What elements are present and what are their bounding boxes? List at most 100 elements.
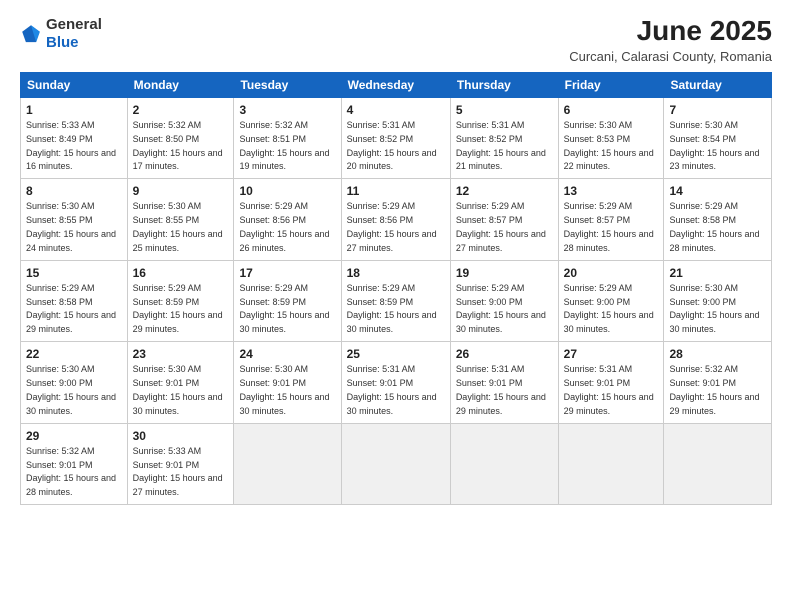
- day-content: Sunrise: 5:29 AMSunset: 8:56 PMDaylight:…: [347, 201, 437, 252]
- calendar-table: Sunday Monday Tuesday Wednesday Thursday…: [20, 72, 772, 505]
- col-saturday: Saturday: [664, 72, 772, 97]
- day-number: 15: [26, 265, 122, 281]
- day-content: Sunrise: 5:30 AMSunset: 8:55 PMDaylight:…: [133, 201, 223, 252]
- empty-cell: [664, 423, 772, 504]
- day-cell-11: 11 Sunrise: 5:29 AMSunset: 8:56 PMDaylig…: [341, 179, 450, 260]
- day-content: Sunrise: 5:30 AMSunset: 8:54 PMDaylight:…: [669, 120, 759, 171]
- day-cell-18: 18 Sunrise: 5:29 AMSunset: 8:59 PMDaylig…: [341, 260, 450, 341]
- logo-general: General Blue: [46, 16, 102, 52]
- day-content: Sunrise: 5:29 AMSunset: 8:57 PMDaylight:…: [564, 201, 654, 252]
- main-title: June 2025: [569, 16, 772, 47]
- day-content: Sunrise: 5:31 AMSunset: 9:01 PMDaylight:…: [347, 364, 437, 415]
- day-content: Sunrise: 5:33 AMSunset: 8:49 PMDaylight:…: [26, 120, 116, 171]
- col-tuesday: Tuesday: [234, 72, 341, 97]
- col-friday: Friday: [558, 72, 664, 97]
- day-number: 21: [669, 265, 766, 281]
- day-content: Sunrise: 5:29 AMSunset: 8:59 PMDaylight:…: [133, 283, 223, 334]
- day-content: Sunrise: 5:29 AMSunset: 8:58 PMDaylight:…: [26, 283, 116, 334]
- day-number: 23: [133, 346, 229, 362]
- day-cell-19: 19 Sunrise: 5:29 AMSunset: 9:00 PMDaylig…: [450, 260, 558, 341]
- day-cell-21: 21 Sunrise: 5:30 AMSunset: 9:00 PMDaylig…: [664, 260, 772, 341]
- day-number: 30: [133, 428, 229, 444]
- week-row-0: 1 Sunrise: 5:33 AMSunset: 8:49 PMDayligh…: [21, 97, 772, 178]
- day-content: Sunrise: 5:30 AMSunset: 9:00 PMDaylight:…: [26, 364, 116, 415]
- day-content: Sunrise: 5:31 AMSunset: 8:52 PMDaylight:…: [456, 120, 546, 171]
- day-cell-3: 3 Sunrise: 5:32 AMSunset: 8:51 PMDayligh…: [234, 97, 341, 178]
- day-number: 4: [347, 102, 445, 118]
- day-cell-26: 26 Sunrise: 5:31 AMSunset: 9:01 PMDaylig…: [450, 342, 558, 423]
- day-number: 5: [456, 102, 553, 118]
- day-number: 24: [239, 346, 335, 362]
- subtitle: Curcani, Calarasi County, Romania: [569, 49, 772, 64]
- day-number: 1: [26, 102, 122, 118]
- day-cell-15: 15 Sunrise: 5:29 AMSunset: 8:58 PMDaylig…: [21, 260, 128, 341]
- day-cell-8: 8 Sunrise: 5:30 AMSunset: 8:55 PMDayligh…: [21, 179, 128, 260]
- day-content: Sunrise: 5:29 AMSunset: 9:00 PMDaylight:…: [456, 283, 546, 334]
- week-row-1: 8 Sunrise: 5:30 AMSunset: 8:55 PMDayligh…: [21, 179, 772, 260]
- day-number: 9: [133, 183, 229, 199]
- logo-icon: [20, 23, 42, 45]
- col-wednesday: Wednesday: [341, 72, 450, 97]
- day-number: 2: [133, 102, 229, 118]
- day-content: Sunrise: 5:32 AMSunset: 8:51 PMDaylight:…: [239, 120, 329, 171]
- day-content: Sunrise: 5:30 AMSunset: 9:01 PMDaylight:…: [239, 364, 329, 415]
- day-content: Sunrise: 5:30 AMSunset: 8:53 PMDaylight:…: [564, 120, 654, 171]
- day-cell-5: 5 Sunrise: 5:31 AMSunset: 8:52 PMDayligh…: [450, 97, 558, 178]
- page: General Blue June 2025 Curcani, Calarasi…: [0, 0, 792, 612]
- header-area: General Blue June 2025 Curcani, Calarasi…: [20, 16, 772, 64]
- day-content: Sunrise: 5:30 AMSunset: 9:00 PMDaylight:…: [669, 283, 759, 334]
- week-row-2: 15 Sunrise: 5:29 AMSunset: 8:58 PMDaylig…: [21, 260, 772, 341]
- day-cell-14: 14 Sunrise: 5:29 AMSunset: 8:58 PMDaylig…: [664, 179, 772, 260]
- empty-cell: [558, 423, 664, 504]
- col-thursday: Thursday: [450, 72, 558, 97]
- day-cell-1: 1 Sunrise: 5:33 AMSunset: 8:49 PMDayligh…: [21, 97, 128, 178]
- day-cell-13: 13 Sunrise: 5:29 AMSunset: 8:57 PMDaylig…: [558, 179, 664, 260]
- day-content: Sunrise: 5:29 AMSunset: 8:59 PMDaylight:…: [239, 283, 329, 334]
- day-number: 11: [347, 183, 445, 199]
- day-number: 28: [669, 346, 766, 362]
- logo: General Blue: [20, 16, 102, 52]
- day-number: 25: [347, 346, 445, 362]
- day-content: Sunrise: 5:29 AMSunset: 8:56 PMDaylight:…: [239, 201, 329, 252]
- day-cell-29: 29 Sunrise: 5:32 AMSunset: 9:01 PMDaylig…: [21, 423, 128, 504]
- day-content: Sunrise: 5:29 AMSunset: 8:57 PMDaylight:…: [456, 201, 546, 252]
- day-number: 29: [26, 428, 122, 444]
- day-content: Sunrise: 5:32 AMSunset: 8:50 PMDaylight:…: [133, 120, 223, 171]
- day-content: Sunrise: 5:31 AMSunset: 9:01 PMDaylight:…: [564, 364, 654, 415]
- day-number: 18: [347, 265, 445, 281]
- title-block: June 2025 Curcani, Calarasi County, Roma…: [569, 16, 772, 64]
- day-content: Sunrise: 5:32 AMSunset: 9:01 PMDaylight:…: [26, 446, 116, 497]
- day-cell-22: 22 Sunrise: 5:30 AMSunset: 9:00 PMDaylig…: [21, 342, 128, 423]
- day-content: Sunrise: 5:30 AMSunset: 9:01 PMDaylight:…: [133, 364, 223, 415]
- day-cell-25: 25 Sunrise: 5:31 AMSunset: 9:01 PMDaylig…: [341, 342, 450, 423]
- day-cell-6: 6 Sunrise: 5:30 AMSunset: 8:53 PMDayligh…: [558, 97, 664, 178]
- day-number: 20: [564, 265, 659, 281]
- day-number: 7: [669, 102, 766, 118]
- day-cell-10: 10 Sunrise: 5:29 AMSunset: 8:56 PMDaylig…: [234, 179, 341, 260]
- day-content: Sunrise: 5:29 AMSunset: 9:00 PMDaylight:…: [564, 283, 654, 334]
- day-content: Sunrise: 5:30 AMSunset: 8:55 PMDaylight:…: [26, 201, 116, 252]
- day-number: 10: [239, 183, 335, 199]
- day-number: 16: [133, 265, 229, 281]
- day-content: Sunrise: 5:31 AMSunset: 8:52 PMDaylight:…: [347, 120, 437, 171]
- header-row: Sunday Monday Tuesday Wednesday Thursday…: [21, 72, 772, 97]
- day-content: Sunrise: 5:31 AMSunset: 9:01 PMDaylight:…: [456, 364, 546, 415]
- day-cell-4: 4 Sunrise: 5:31 AMSunset: 8:52 PMDayligh…: [341, 97, 450, 178]
- day-number: 12: [456, 183, 553, 199]
- day-number: 19: [456, 265, 553, 281]
- day-number: 6: [564, 102, 659, 118]
- day-number: 27: [564, 346, 659, 362]
- day-number: 26: [456, 346, 553, 362]
- day-cell-27: 27 Sunrise: 5:31 AMSunset: 9:01 PMDaylig…: [558, 342, 664, 423]
- day-number: 14: [669, 183, 766, 199]
- day-content: Sunrise: 5:29 AMSunset: 8:59 PMDaylight:…: [347, 283, 437, 334]
- col-sunday: Sunday: [21, 72, 128, 97]
- empty-cell: [341, 423, 450, 504]
- day-cell-12: 12 Sunrise: 5:29 AMSunset: 8:57 PMDaylig…: [450, 179, 558, 260]
- day-cell-20: 20 Sunrise: 5:29 AMSunset: 9:00 PMDaylig…: [558, 260, 664, 341]
- empty-cell: [234, 423, 341, 504]
- week-row-3: 22 Sunrise: 5:30 AMSunset: 9:00 PMDaylig…: [21, 342, 772, 423]
- day-content: Sunrise: 5:33 AMSunset: 9:01 PMDaylight:…: [133, 446, 223, 497]
- day-cell-30: 30 Sunrise: 5:33 AMSunset: 9:01 PMDaylig…: [127, 423, 234, 504]
- day-cell-7: 7 Sunrise: 5:30 AMSunset: 8:54 PMDayligh…: [664, 97, 772, 178]
